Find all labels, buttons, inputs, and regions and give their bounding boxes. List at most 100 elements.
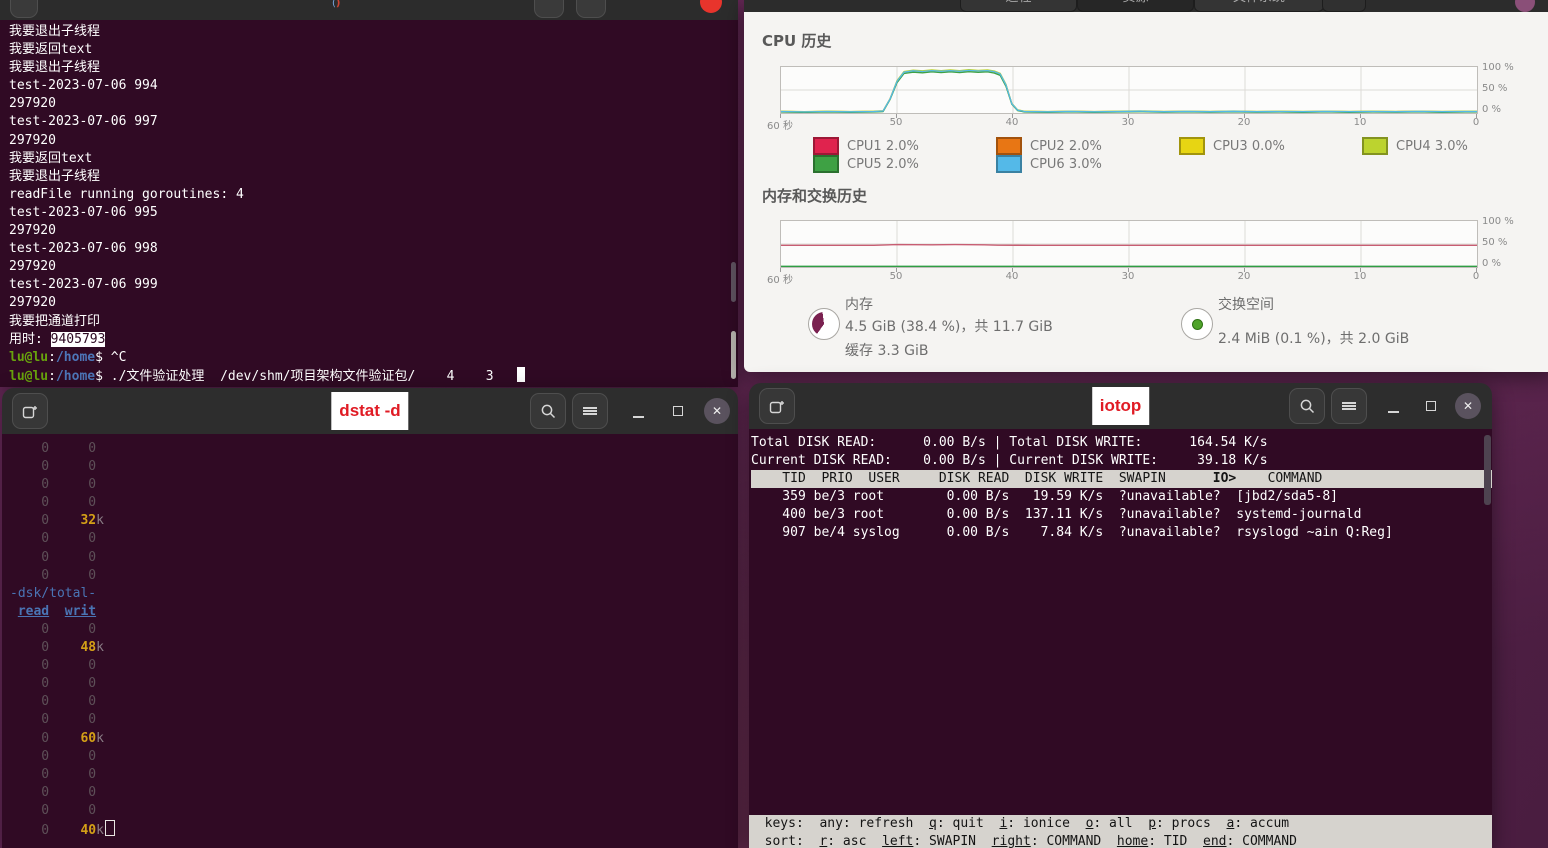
header-extra-button[interactable] <box>1322 0 1366 12</box>
x-tick-label: 0 <box>1473 117 1479 128</box>
iotop-footer: keys: any: refresh q: quit i: ionice o: … <box>749 815 1492 848</box>
terminal-line: 297920 <box>9 132 738 150</box>
x-tick-label: 60 秒 <box>767 117 793 132</box>
maximize-button[interactable] <box>1413 388 1449 424</box>
hamburger-icon <box>1342 400 1356 412</box>
dstat-line: 0 0 <box>10 693 738 711</box>
iotop-process-row: 359 be/3 root 0.00 B/s 19.59 K/s ?unavai… <box>751 488 1492 506</box>
terminal-line: 297920 <box>9 294 738 312</box>
terminal-line: test-2023-07-06 995 <box>9 204 738 222</box>
tab-资源[interactable]: 资源 <box>1077 0 1194 12</box>
dstat-terminal-window: dstat -d ✕ 0 0 0 0 0 0 0 0 0 32k 0 0 0 0… <box>2 388 738 848</box>
close-button[interactable]: ✕ <box>704 398 730 424</box>
x-tick-label: 20 <box>1238 271 1251 282</box>
terminal-line: test-2023-07-06 994 <box>9 77 738 95</box>
scrollbar-thumb-faint[interactable] <box>731 262 736 302</box>
terminal-top-output[interactable]: 我要退出子线程我要返回text我要退出子线程test-2023-07-06 99… <box>0 20 738 387</box>
minimize-button[interactable] <box>620 393 656 429</box>
x-tick-label: 60 秒 <box>767 271 793 286</box>
close-button[interactable] <box>1515 0 1535 12</box>
legend-label: CPU4 3.0% <box>1396 139 1468 154</box>
new-tab-icon <box>22 403 38 419</box>
scrollbar-thumb[interactable] <box>1484 435 1491 505</box>
legend-label: CPU1 2.0% <box>847 139 919 154</box>
memory-history-title: 内存和交换历史 <box>762 185 867 206</box>
terminal-line: lu@lu:/home$ ^C <box>9 349 738 367</box>
menu-button[interactable] <box>1331 388 1367 424</box>
terminal-cursor <box>517 367 525 382</box>
dstat-line: 0 0 <box>10 784 738 802</box>
search-button[interactable] <box>530 393 566 429</box>
close-button[interactable]: ✕ <box>1455 393 1481 419</box>
iotop-footer-line: keys: any: refresh q: quit i: ionice o: … <box>749 815 1492 833</box>
search-button[interactable] <box>534 0 564 18</box>
x-tick-label: 30 <box>1122 117 1135 128</box>
x-tick-label: 20 <box>1238 117 1251 128</box>
dstat-line: 0 0 <box>10 530 738 548</box>
dstat-line: 0 0 <box>10 567 738 585</box>
scrollbar-thumb[interactable] <box>731 331 736 379</box>
terminal-line: 我要退出子线程 <box>9 168 738 186</box>
y-tick-label: 0 % <box>1482 104 1501 115</box>
terminal-line: 我要返回text <box>9 150 738 168</box>
iotop-footer-line: sort: r: asc left: SWAPIN right: COMMAND… <box>749 833 1492 848</box>
new-tab-button[interactable] <box>10 0 38 18</box>
memory-value: 4.5 GiB (38.4 %)，共 11.7 GiB <box>845 316 1053 336</box>
x-tick-label: 40 <box>1006 117 1019 128</box>
new-tab-icon <box>769 398 785 414</box>
legend-item-CPU1: CPU1 2.0% <box>813 137 996 155</box>
swap-value: 2.4 MiB (0.1 %)，共 2.0 GiB <box>1218 328 1409 348</box>
terminal-line: 我要退出子线程 <box>9 23 738 41</box>
legend-item-CPU6: CPU6 3.0% <box>996 155 1179 173</box>
search-icon <box>540 403 557 420</box>
close-button[interactable] <box>700 0 722 13</box>
x-tick-label: 50 <box>890 271 903 282</box>
iotop-output[interactable]: Total DISK READ: 0.00 B/s | Total DISK W… <box>749 429 1492 848</box>
memory-pie-icon <box>808 308 840 340</box>
swap-dot-icon <box>1181 308 1213 340</box>
new-tab-button[interactable] <box>12 393 48 429</box>
cpu-x-axis: 60 秒50403020100 <box>780 114 1476 130</box>
iotop-summary-line: Current DISK READ: 0.00 B/s | Current DI… <box>751 452 1492 470</box>
menu-button[interactable] <box>572 393 608 429</box>
legend-color-swatch <box>996 155 1022 173</box>
legend-color-swatch <box>1179 137 1205 155</box>
cpu-history-title: CPU 历史 <box>762 30 831 51</box>
legend-item-CPU5: CPU5 2.0% <box>813 155 996 173</box>
legend-color-swatch <box>996 137 1022 155</box>
menu-button[interactable] <box>576 0 606 18</box>
system-monitor-window: 进程资源文件系统 CPU 历史 60 秒50403020100 100 %50 … <box>744 0 1548 372</box>
y-tick-label: 100 % <box>1482 216 1514 227</box>
tab-文件系统[interactable]: 文件系统 <box>1194 0 1324 12</box>
dstat-line: -dsk/total- <box>10 585 738 603</box>
window-title: dstat -d <box>331 392 408 430</box>
dstat-line: 0 0 <box>10 802 738 820</box>
terminal-line: 用时: 9405793 <box>9 331 738 349</box>
dstat-line: 0 40k <box>10 820 738 838</box>
terminal-line: test-2023-07-06 998 <box>9 240 738 258</box>
system-monitor-headerbar: 进程资源文件系统 <box>744 0 1548 12</box>
legend-color-swatch <box>813 137 839 155</box>
dstat-line: 0 0 <box>10 621 738 639</box>
legend-color-swatch <box>1362 137 1388 155</box>
terminal-line: 我要返回text <box>9 41 738 59</box>
legend-item-CPU3: CPU3 0.0% <box>1179 137 1362 155</box>
tab-进程[interactable]: 进程 <box>960 0 1077 12</box>
iotop-summary-line: Total DISK READ: 0.00 B/s | Total DISK W… <box>751 434 1492 452</box>
x-tick-label: 0 <box>1473 271 1479 282</box>
terminal-window-top-left: () 我要退出子线程我要返回text我要退出子线程test-2023-07-06… <box>0 0 738 384</box>
legend-label: CPU5 2.0% <box>847 157 919 172</box>
new-tab-button[interactable] <box>759 388 795 424</box>
memory-history-chart <box>780 220 1478 268</box>
x-tick-label: 50 <box>890 117 903 128</box>
minimize-button[interactable] <box>1375 388 1411 424</box>
dstat-line: 0 32k <box>10 512 738 530</box>
x-tick-label: 30 <box>1122 271 1135 282</box>
terminal-line: 297920 <box>9 258 738 276</box>
memory-label: 内存 <box>845 294 873 314</box>
dstat-output[interactable]: 0 0 0 0 0 0 0 0 0 32k 0 0 0 0 0 0-dsk/to… <box>2 434 738 848</box>
search-button[interactable] <box>1289 388 1325 424</box>
dstat-line: 0 0 <box>10 494 738 512</box>
maximize-button[interactable] <box>660 393 696 429</box>
y-tick-label: 50 % <box>1482 237 1507 248</box>
